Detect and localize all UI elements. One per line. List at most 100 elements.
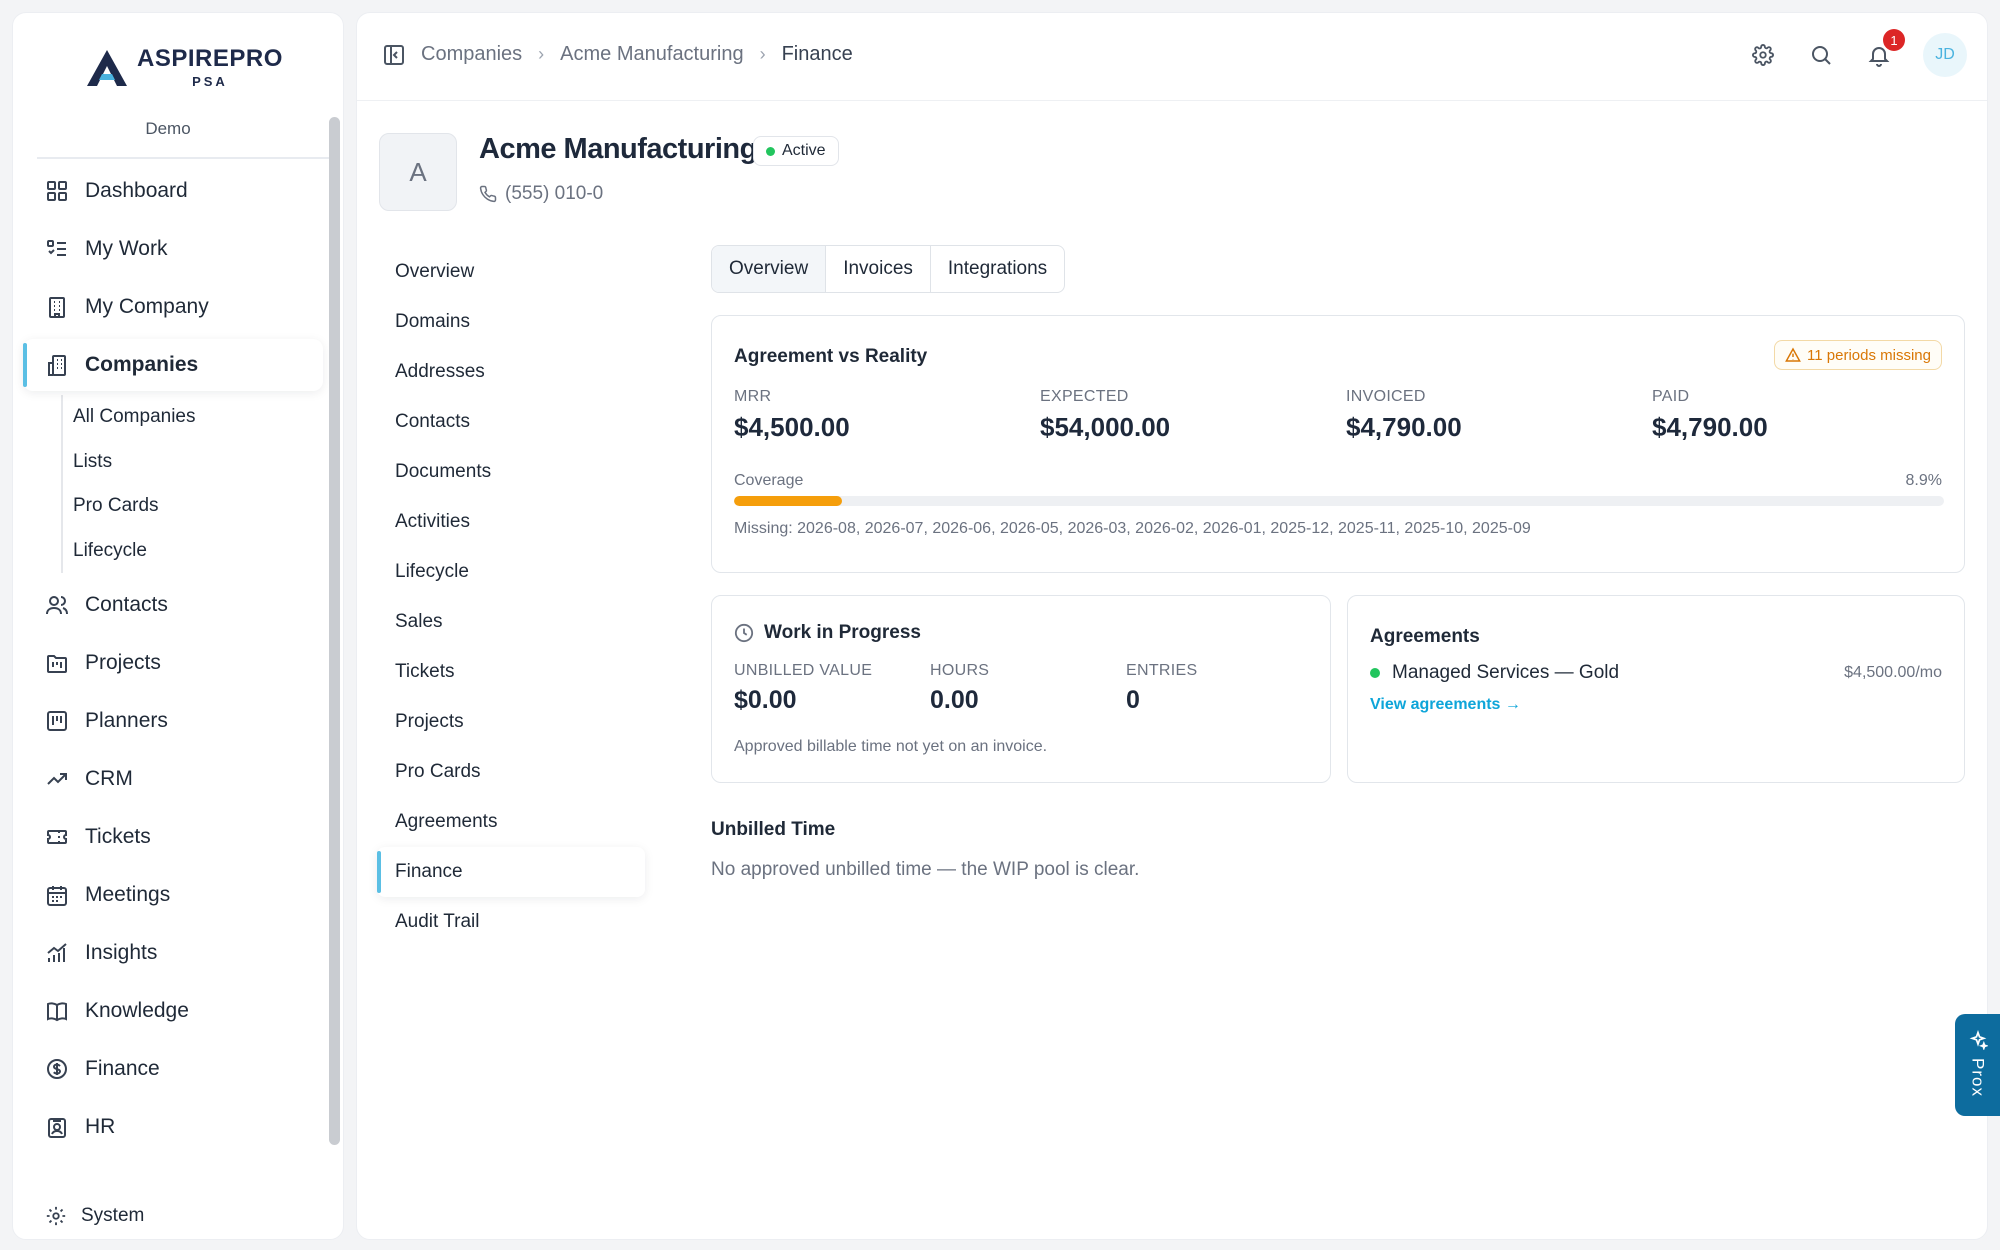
section-addresses[interactable]: Addresses [377, 347, 645, 397]
coverage-value: 8.9% [1905, 472, 1942, 489]
list-item[interactable]: Managed Services — Gold $4,500.00/mo [1370, 662, 1942, 684]
status-badge: Active [753, 136, 839, 166]
metric-label: HOURS [930, 662, 990, 679]
kanban-icon [45, 709, 69, 733]
agreement-price: $4,500.00/mo [1844, 664, 1942, 681]
book-icon [45, 999, 69, 1023]
users-icon [45, 593, 69, 617]
agreements-card: Agreements Managed Services — Gold $4,50… [1347, 595, 1965, 783]
unbilled-time-empty-state: No approved unbilled time — the WIP pool… [711, 859, 1140, 880]
section-pro-cards[interactable]: Pro Cards [377, 747, 645, 797]
subnav-item-lists[interactable]: Lists [61, 439, 323, 484]
tab-invoices[interactable]: Invoices [826, 246, 931, 292]
metric-entries: ENTRIES 0 [1126, 662, 1197, 715]
section-finance[interactable]: Finance [377, 847, 645, 897]
user-avatar[interactable]: JD [1923, 33, 1967, 77]
notification-badge: 1 [1883, 29, 1905, 51]
list-check-icon [45, 237, 69, 261]
breadcrumb-current: Finance [781, 43, 853, 65]
status-label: Active [782, 142, 826, 159]
agreement-name: Managed Services — Gold [1392, 662, 1620, 683]
section-audit-trail[interactable]: Audit Trail [377, 897, 645, 947]
metric-value: $0.00 [734, 686, 797, 714]
logo-icon [87, 49, 127, 86]
company-phone[interactable]: (555) 010-0 [479, 183, 603, 205]
metric-label: PAID [1652, 388, 1690, 405]
sidebar-item-my-company[interactable]: My Company [23, 281, 323, 333]
metric-value: $4,500.00 [734, 412, 850, 442]
sidebar-item-meetings[interactable]: Meetings [23, 869, 323, 921]
bell-icon[interactable]: 1 [1865, 29, 1905, 69]
brand-logo[interactable]: ASPIREPRO PSA [85, 47, 283, 88]
sidebar-item-knowledge[interactable]: Knowledge [23, 985, 323, 1037]
section-overview[interactable]: Overview [377, 247, 645, 297]
metric-value: 0.00 [930, 686, 979, 714]
search-icon[interactable] [1807, 41, 1835, 69]
sidebar-item-contacts[interactable]: Contacts [23, 579, 323, 631]
brand-sub: PSA [192, 74, 228, 89]
sidebar-item-label: Planners [85, 709, 168, 732]
sidebar-item-insights[interactable]: Insights [23, 927, 323, 979]
section-activities[interactable]: Activities [377, 497, 645, 547]
warning-label: 11 periods missing [1807, 346, 1931, 364]
sidebar-item-tickets[interactable]: Tickets [23, 811, 323, 863]
subnav-item-lifecycle[interactable]: Lifecycle [61, 528, 323, 573]
section-domains[interactable]: Domains [377, 297, 645, 347]
agreement-vs-reality-card: Agreement vs Reality 11 periods missing … [711, 315, 1965, 573]
status-dot-icon [1370, 668, 1380, 678]
sidebar-item-planners[interactable]: Planners [23, 695, 323, 747]
sidebar-item-label: Projects [85, 651, 161, 674]
section-documents[interactable]: Documents [377, 447, 645, 497]
settings-gear-icon[interactable] [1749, 41, 1777, 69]
sidebar-toggle-icon[interactable] [383, 44, 405, 66]
metric-label: ENTRIES [1126, 662, 1198, 679]
subnav-item-pro-cards[interactable]: Pro Cards [61, 484, 323, 529]
finance-tabs: Overview Invoices Integrations [711, 245, 1066, 293]
sidebar-item-crm[interactable]: CRM [23, 753, 323, 805]
sidebar-item-label: My Work [85, 237, 168, 260]
metric-mrr: MRR $4,500.00 [734, 388, 850, 443]
sidebar-item-label: Tickets [85, 825, 151, 848]
metric-hours: HOURS 0.00 [930, 662, 989, 715]
sidebar-item-projects[interactable]: Projects [23, 637, 323, 689]
missing-periods-text: Missing: 2026-08, 2026-07, 2026-06, 2026… [734, 520, 1531, 537]
section-agreements[interactable]: Agreements [377, 797, 645, 847]
sidebar-nav: Dashboard My Work My Company Companies A… [23, 165, 323, 1159]
sidebar-item-companies[interactable]: Companies [23, 339, 323, 391]
sidebar-item-label: HR [85, 1115, 116, 1138]
section-tickets[interactable]: Tickets [377, 647, 645, 697]
metric-label: UNBILLED VALUE [734, 662, 873, 679]
sidebar-item-label: Companies [85, 353, 199, 376]
company-avatar: A [379, 133, 457, 211]
breadcrumb-company[interactable]: Acme Manufacturing [560, 43, 743, 66]
buildings-icon [45, 353, 69, 377]
sidebar-scrollbar[interactable] [329, 117, 340, 1145]
subnav-item-all-companies[interactable]: All Companies [61, 395, 323, 440]
sidebar-item-label: Insights [85, 941, 158, 964]
topbar-actions: 1 JD [1749, 29, 1967, 77]
sidebar-item-finance[interactable]: Finance [23, 1043, 323, 1095]
tab-overview[interactable]: Overview [712, 246, 827, 292]
section-lifecycle[interactable]: Lifecycle [377, 547, 645, 597]
sidebar-item-system[interactable]: System [45, 1205, 144, 1227]
wip-note: Approved billable time not yet on an inv… [734, 738, 1048, 755]
view-agreements-link[interactable]: View agreements → [1370, 696, 1521, 714]
section-sales[interactable]: Sales [377, 597, 645, 647]
warning-triangle-icon [1785, 347, 1801, 363]
section-projects[interactable]: Projects [377, 697, 645, 747]
tab-integrations[interactable]: Integrations [931, 246, 1064, 292]
page-title: Acme Manufacturing [479, 133, 757, 165]
sidebar-item-hr[interactable]: HR [23, 1101, 323, 1153]
sidebar-item-my-work[interactable]: My Work [23, 223, 323, 275]
breadcrumb-companies[interactable]: Companies [421, 43, 522, 66]
breadcrumb: Companies › Acme Manufacturing › Finance [383, 43, 853, 66]
section-contacts[interactable]: Contacts [377, 397, 645, 447]
metric-invoiced: INVOICED $4,790.00 [1346, 388, 1462, 443]
status-dot-icon [766, 146, 775, 156]
assistant-launcher-button[interactable]: Prox [1955, 1014, 2000, 1116]
missing-periods-badge: 11 periods missing [1774, 340, 1942, 370]
chevron-right-icon: › [759, 44, 766, 64]
building-icon [45, 295, 69, 319]
gear-icon [45, 1205, 67, 1227]
sidebar-item-dashboard[interactable]: Dashboard [23, 165, 323, 217]
